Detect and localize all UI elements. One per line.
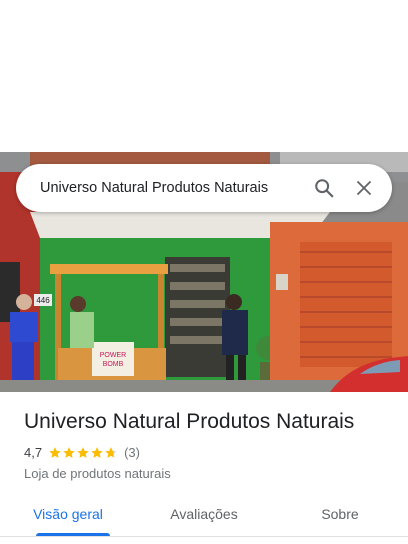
kiosk-sign-line1: POWER bbox=[100, 352, 126, 359]
star-icon bbox=[77, 446, 89, 458]
tab-bar: Visão geral Avaliações Sobre bbox=[0, 492, 408, 537]
search-bar[interactable]: Universo Natural Produtos Naturais bbox=[16, 164, 392, 212]
kiosk-sign-line2: BOMB bbox=[103, 361, 124, 368]
star-icon bbox=[91, 446, 103, 458]
close-icon bbox=[357, 181, 371, 195]
tab-overview[interactable]: Visão geral bbox=[0, 492, 136, 536]
review-count[interactable]: (3) bbox=[124, 445, 140, 460]
place-category: Loja de produtos naturais bbox=[24, 466, 171, 481]
tab-reviews[interactable]: Avaliações bbox=[136, 492, 272, 536]
star-rating bbox=[48, 446, 118, 460]
search-input[interactable]: Universo Natural Produtos Naturais bbox=[40, 180, 304, 196]
clear-search-button[interactable] bbox=[344, 168, 384, 208]
tab-about[interactable]: Sobre bbox=[272, 492, 408, 536]
star-icon bbox=[63, 446, 75, 458]
place-info-panel: Universo Natural Produtos Naturais 4,7 (… bbox=[0, 392, 408, 544]
map-blank-area bbox=[0, 0, 408, 152]
place-title: Universo Natural Produtos Naturais bbox=[24, 410, 355, 433]
star-icon bbox=[49, 446, 61, 458]
house-number: 446 bbox=[36, 296, 50, 305]
rating-row[interactable]: 4,7 (3) bbox=[24, 445, 140, 460]
star-icon bbox=[105, 446, 117, 458]
search-icon bbox=[315, 179, 334, 198]
rating-value: 4,7 bbox=[24, 445, 43, 460]
search-button[interactable] bbox=[304, 168, 344, 208]
